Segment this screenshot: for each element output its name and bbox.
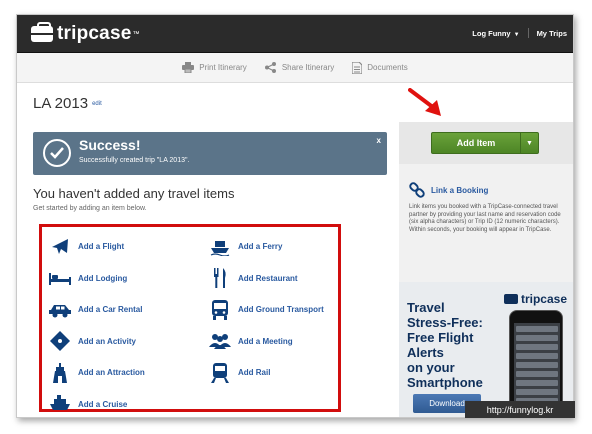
add-items-panel: Add a Flight Add a Ferry Add Lodging Add… <box>39 224 341 412</box>
suitcase-icon <box>503 294 518 304</box>
my-trips-link[interactable]: My Trips <box>537 29 567 38</box>
documents-button[interactable]: Documents <box>352 61 408 74</box>
document-icon <box>352 61 363 74</box>
link-booking-title: Link a Booking <box>431 185 489 195</box>
checkmark-icon <box>43 139 71 167</box>
promo-logo-text: tripcase <box>520 292 567 306</box>
ship-icon <box>48 394 72 414</box>
item-label: Add a Flight <box>78 242 125 252</box>
user-menu[interactable]: Log Funny ▼ <box>472 29 519 38</box>
promo-line: Smartphone <box>407 375 483 390</box>
ticket-icon <box>48 331 72 352</box>
add-car-rental-link[interactable]: Add a Car Rental <box>48 294 208 326</box>
add-flight-link[interactable]: Add a Flight <box>48 231 208 263</box>
dropdown-toggle[interactable]: ▼ <box>520 133 538 153</box>
user-menu-label: Log Funny <box>472 28 511 38</box>
phone-row <box>516 380 558 386</box>
success-message: Successfully created trip "LA 2013". <box>79 157 190 164</box>
caret-down-icon: ▼ <box>513 31 520 38</box>
add-ground-transport-link[interactable]: Add Ground Transport <box>208 294 336 326</box>
phone-row <box>516 344 558 350</box>
add-item-bar: Add Item ▼ <box>399 122 573 164</box>
item-label: Add a Ferry <box>238 242 283 252</box>
app-window: tripcase ™ Log Funny ▼ My Trips Print Iti… <box>16 14 574 418</box>
item-label: Add a Cruise <box>78 399 128 409</box>
phone-row <box>516 353 558 359</box>
ferry-icon <box>208 237 232 257</box>
print-label: Print Itinerary <box>199 63 247 72</box>
chain-link-icon <box>409 182 425 198</box>
watermark: http://funnylog.kr <box>465 401 575 418</box>
documents-label: Documents <box>367 63 408 72</box>
promo-headline: Travel Stress-Free: Free Flight Alerts o… <box>407 300 483 390</box>
fork-knife-icon <box>208 268 232 289</box>
add-meeting-link[interactable]: Add a Meeting <box>208 326 336 358</box>
add-cruise-link[interactable]: Add a Cruise <box>48 389 208 418</box>
red-arrow-icon <box>408 88 441 116</box>
landmark-icon <box>48 362 72 383</box>
item-label: Add Ground Transport <box>238 305 324 315</box>
item-label: Add a Car Rental <box>78 305 143 315</box>
page-title: LA 2013 edit <box>33 95 102 112</box>
phone-row <box>516 371 558 377</box>
logo[interactable]: tripcase ™ <box>31 22 139 46</box>
success-alert: Success! Successfully created trip "LA 2… <box>33 132 387 175</box>
link-booking-section: Link a Booking Link items you booked wit… <box>409 182 569 234</box>
empty-state-subtitle: Get started by adding an item below. <box>33 205 147 212</box>
bus-icon <box>208 299 232 320</box>
suitcase-icon <box>31 22 53 42</box>
share-itinerary-button[interactable]: Share Itinerary <box>264 62 335 73</box>
bed-icon <box>48 268 72 288</box>
add-item-label: Add Item <box>456 138 496 148</box>
edit-link[interactable]: edit <box>92 101 102 107</box>
trip-name: LA 2013 <box>33 95 89 112</box>
phone-screen <box>514 323 560 409</box>
promo-line: Travel <box>407 300 445 315</box>
promo-line: Stress-Free: <box>407 315 483 330</box>
phone-row <box>516 335 558 341</box>
phone-row <box>516 389 558 395</box>
item-label: Add Restaurant <box>238 273 298 283</box>
share-label: Share Itinerary <box>281 63 335 72</box>
trademark-mark: ™ <box>132 30 140 38</box>
logo-text: tripcase <box>57 23 132 44</box>
car-icon <box>48 300 72 320</box>
print-itinerary-button[interactable]: Print Itinerary <box>182 62 247 73</box>
empty-state-title: You haven't added any travel items <box>33 186 235 201</box>
success-title: Success! <box>79 137 141 153</box>
item-label: Add an Activity <box>78 336 136 346</box>
promo-logo: tripcase <box>503 292 567 306</box>
item-label: Add an Attraction <box>78 368 145 378</box>
link-booking-link[interactable]: Link a Booking <box>409 182 569 198</box>
promo-line: Alerts <box>407 345 444 360</box>
top-bar: tripcase ™ Log Funny ▼ My Trips <box>17 15 573 53</box>
phone-row <box>516 326 558 332</box>
item-label: Add Rail <box>238 368 271 378</box>
add-restaurant-link[interactable]: Add Restaurant <box>208 263 336 295</box>
link-booking-description: Link items you booked with a TripCase-co… <box>409 204 561 233</box>
add-ferry-link[interactable]: Add a Ferry <box>208 231 336 263</box>
add-rail-link[interactable]: Add Rail <box>208 357 336 389</box>
add-items-grid: Add a Flight Add a Ferry Add Lodging Add… <box>48 231 336 418</box>
top-nav: Log Funny ▼ My Trips <box>472 28 567 38</box>
phone-row <box>516 362 558 368</box>
promo-banner[interactable]: tripcase Travel Stress-Free: Free Flight… <box>399 282 573 417</box>
add-lodging-link[interactable]: Add Lodging <box>48 263 208 295</box>
add-attraction-link[interactable]: Add an Attraction <box>48 357 208 389</box>
add-item-button[interactable]: Add Item ▼ <box>431 132 539 154</box>
printer-icon <box>182 62 195 73</box>
item-label: Add a Meeting <box>238 336 293 346</box>
item-label: Add Lodging <box>78 273 128 283</box>
plane-icon <box>48 237 72 257</box>
share-icon <box>264 62 276 73</box>
train-icon <box>208 362 232 383</box>
promo-line: on your <box>407 360 455 375</box>
close-icon[interactable]: x <box>377 136 381 145</box>
add-activity-link[interactable]: Add an Activity <box>48 326 208 358</box>
people-icon <box>208 331 232 351</box>
itinerary-toolbar: Print Itinerary Share Itinerary Document… <box>17 53 573 83</box>
right-sidebar: Add Item ▼ Link a Booking Link items you… <box>399 122 573 417</box>
nav-divider <box>527 28 529 38</box>
promo-line: Free Flight <box>407 330 474 345</box>
